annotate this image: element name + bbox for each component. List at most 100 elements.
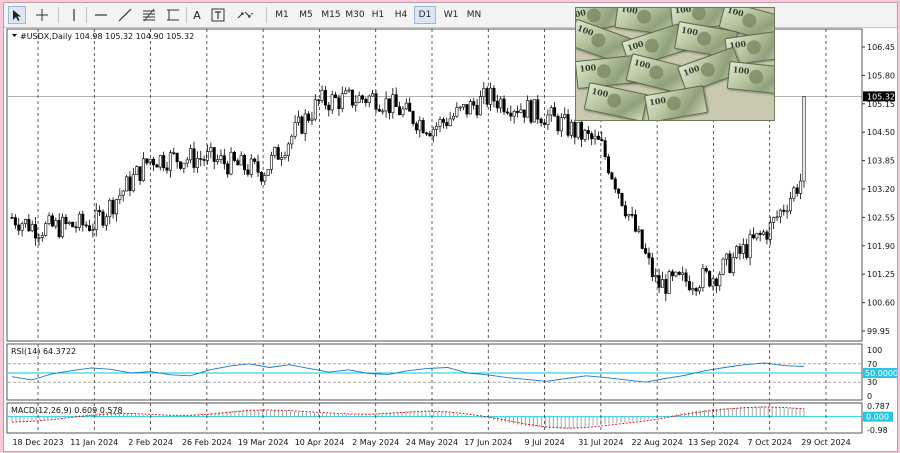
- bull-candle: [77, 213, 81, 228]
- bear-candle: [617, 188, 621, 194]
- bear-candle: [236, 160, 240, 166]
- bull-candle: [711, 278, 715, 287]
- bull-candle: [701, 268, 705, 288]
- bull-candle: [195, 158, 199, 168]
- bull-candle: [296, 116, 300, 123]
- bull-candle: [266, 169, 270, 176]
- bull-candle: [768, 222, 772, 240]
- bull-candle: [718, 274, 722, 287]
- bear-candle: [580, 121, 584, 140]
- x-tick-label: 29 Oct 2024: [801, 438, 850, 447]
- bull-candle: [667, 271, 671, 294]
- bear-candle: [765, 231, 769, 240]
- bill-denomination: 100: [633, 57, 652, 71]
- bull-candle: [182, 162, 186, 169]
- bull-candle: [735, 246, 739, 258]
- bull-candle: [108, 199, 112, 218]
- y-tick-label: 101.90: [867, 242, 895, 251]
- bear-candle: [411, 111, 415, 124]
- bear-candle: [300, 116, 304, 134]
- rsi-y-tick-label: 30: [867, 378, 877, 387]
- bull-candle: [367, 95, 371, 103]
- bear-candle: [226, 163, 230, 175]
- bull-candle: [654, 275, 658, 277]
- rsi-level-marker: 50.0000: [865, 369, 897, 378]
- bear-candle: [738, 246, 742, 254]
- bear-candle: [232, 151, 236, 161]
- bear-candle: [650, 257, 654, 277]
- bill-denomination: 100: [680, 24, 699, 38]
- bear-candle: [27, 218, 31, 232]
- bear-candle: [199, 158, 203, 160]
- bear-candle: [253, 158, 257, 162]
- bull-candle: [721, 258, 725, 275]
- bull-candle: [435, 125, 439, 130]
- y-tick-label: 99.95: [867, 327, 890, 336]
- dollar-bill: 100: [583, 82, 649, 120]
- bull-candle: [418, 120, 422, 131]
- bull-candle: [168, 152, 172, 171]
- bear-candle: [172, 152, 176, 154]
- bull-candle: [320, 90, 324, 101]
- bear-candle: [684, 272, 688, 282]
- bear-candle: [13, 217, 17, 226]
- bear-candle: [165, 167, 169, 171]
- bear-candle: [71, 221, 75, 228]
- bull-candle: [660, 279, 664, 288]
- bear-candle: [475, 104, 479, 116]
- bull-candle: [404, 102, 408, 110]
- bear-candle: [243, 155, 247, 171]
- bear-candle: [377, 109, 381, 112]
- bear-candle: [111, 199, 115, 215]
- bear-candle: [398, 106, 402, 116]
- y-tick-label: 103.20: [867, 185, 895, 194]
- macd-subwindow: [8, 406, 862, 429]
- y-tick-label: 106.45: [867, 43, 895, 52]
- bull-candle: [391, 94, 395, 114]
- bear-candle: [671, 271, 675, 277]
- bull-candle: [381, 110, 385, 113]
- macd-zero-marker: 0.000: [866, 413, 889, 422]
- bear-candle: [782, 209, 786, 212]
- y-tick-label: 105.80: [867, 71, 895, 80]
- macd-header: MACD(12,26,9) 0.609 0.578: [11, 406, 123, 415]
- x-tick-label: 10 Apr 2024: [295, 438, 344, 447]
- bear-candle: [505, 111, 509, 114]
- bear-candle: [323, 90, 327, 106]
- bull-candle: [189, 148, 193, 161]
- bear-candle: [162, 155, 166, 169]
- macd-y-tick-label: -0.98: [867, 426, 888, 435]
- bull-candle: [637, 229, 641, 232]
- bear-candle: [586, 130, 590, 134]
- bear-candle: [428, 133, 432, 137]
- bull-candle: [526, 100, 530, 118]
- bull-candle: [118, 194, 122, 200]
- bull-candle: [313, 99, 317, 120]
- bull-candle: [593, 135, 597, 140]
- bull-candle: [724, 253, 728, 260]
- bear-candle: [687, 281, 691, 291]
- bull-candle: [270, 155, 274, 170]
- bull-candle: [249, 158, 253, 175]
- bull-candle: [448, 118, 452, 126]
- bear-candle: [222, 155, 226, 165]
- bear-candle: [81, 213, 85, 226]
- bear-candle: [708, 270, 712, 287]
- bull-candle: [455, 107, 459, 117]
- bear-candle: [657, 275, 661, 288]
- x-tick-label: 11 Jan 2024: [70, 438, 118, 447]
- x-tick-label: 9 Jul 2024: [524, 438, 564, 447]
- bull-candle: [23, 218, 27, 225]
- x-tick-label: 18 Dec 2023: [12, 438, 63, 447]
- bear-candle: [492, 87, 496, 102]
- bull-candle: [546, 114, 550, 125]
- x-tick-label: 26 Feb 2024: [182, 438, 232, 447]
- main-chart-header: #USDX,Daily 104.98 105.32 104.90 105.32: [20, 32, 194, 41]
- bear-candle: [472, 101, 476, 106]
- collapse-arrow-icon: [12, 34, 17, 37]
- bull-candle: [54, 220, 58, 227]
- bear-candle: [101, 211, 105, 226]
- bear-candle: [495, 100, 499, 109]
- bull-candle: [559, 117, 563, 132]
- bill-denomination: 100: [674, 7, 692, 16]
